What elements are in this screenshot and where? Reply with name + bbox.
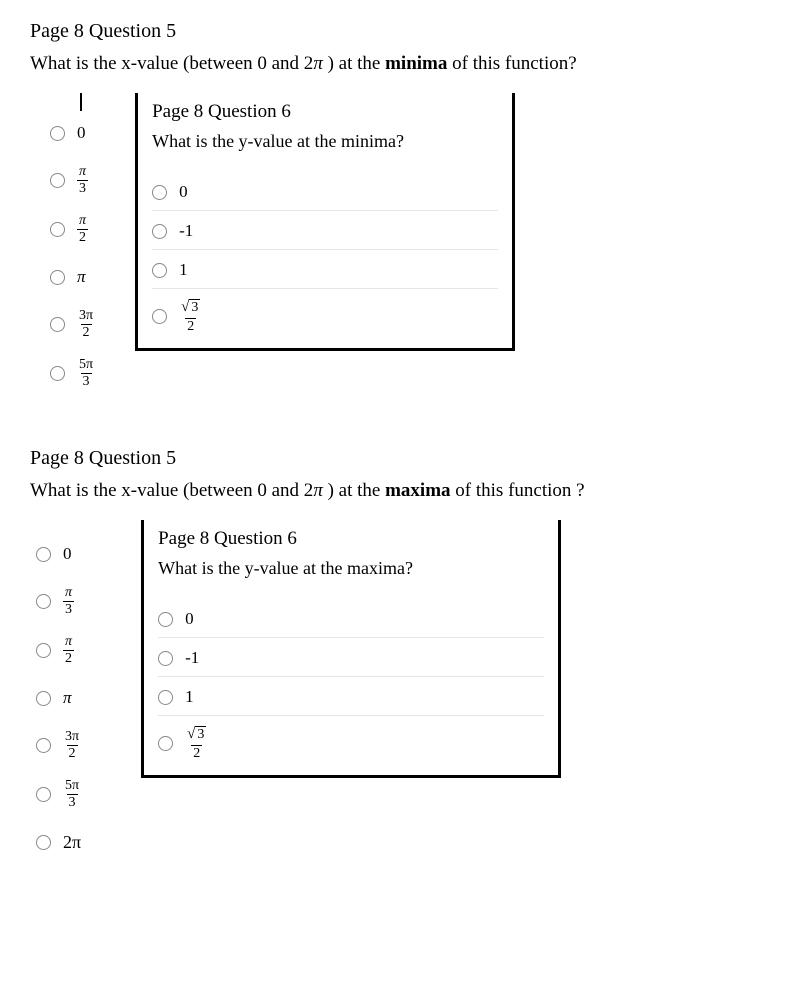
q6-option-neg1[interactable]: -1: [152, 221, 498, 250]
q5b-option-3pi-2[interactable]: 3π2: [36, 730, 81, 761]
q5-options: 0 π3 π2 π 3π2 5π3: [30, 93, 95, 407]
q5-option-5pi-3[interactable]: 5π3: [50, 358, 95, 389]
q6-option-0[interactable]: 0: [152, 182, 498, 211]
radio-icon: [152, 309, 167, 324]
q6b-prompt: What is the y-value at the maxima?: [158, 558, 544, 579]
q6-title: Page 8 Question 6: [152, 101, 498, 123]
q5-prompt: What is the x-value (between 0 and 2π ) …: [30, 53, 768, 75]
radio-icon: [158, 651, 173, 666]
q5b-option-2pi[interactable]: 2π: [36, 828, 81, 856]
question-block-1: Page 8 Question 5 What is the x-value (b…: [30, 20, 768, 407]
q5b-prompt: What is the x-value (between 0 and 2π ) …: [30, 480, 768, 502]
q5-option-pi[interactable]: π: [50, 263, 95, 291]
q5-option-pi-3[interactable]: π3: [50, 165, 95, 196]
q6-option-sqrt3-2[interactable]: 3 2: [152, 299, 498, 334]
q6b-title: Page 8 Question 6: [158, 528, 544, 550]
radio-icon: [36, 547, 51, 562]
q5-option-pi-2[interactable]: π2: [50, 214, 95, 245]
q6b-option-neg1[interactable]: -1: [158, 648, 544, 677]
radio-icon: [158, 690, 173, 705]
q6b-option-1[interactable]: 1: [158, 687, 544, 716]
q5b-option-pi-3[interactable]: π3: [36, 586, 81, 617]
q6b-panel: Page 8 Question 6 What is the y-value at…: [141, 520, 561, 778]
q5-option-0[interactable]: 0: [50, 119, 95, 147]
q6b-option-0[interactable]: 0: [158, 609, 544, 638]
radio-icon: [50, 270, 65, 285]
q6b-option-sqrt3-2[interactable]: 3 2: [158, 726, 544, 761]
q6-panel: Page 8 Question 6 What is the y-value at…: [135, 93, 515, 351]
q5-title: Page 8 Question 5: [30, 20, 768, 43]
q5b-option-pi[interactable]: π: [36, 684, 81, 712]
radio-icon: [50, 126, 65, 141]
q6-option-1[interactable]: 1: [152, 260, 498, 289]
radio-icon: [152, 185, 167, 200]
radio-icon: [50, 173, 65, 188]
radio-icon: [152, 224, 167, 239]
radio-icon: [158, 612, 173, 627]
q5-option-3pi-2[interactable]: 3π2: [50, 309, 95, 340]
q5b-title: Page 8 Question 5: [30, 447, 768, 470]
radio-icon: [36, 787, 51, 802]
q5b-option-5pi-3[interactable]: 5π3: [36, 779, 81, 810]
text-cursor: [80, 93, 82, 111]
radio-icon: [158, 736, 173, 751]
q6-prompt: What is the y-value at the minima?: [152, 131, 498, 152]
radio-icon: [50, 317, 65, 332]
radio-icon: [50, 222, 65, 237]
radio-icon: [36, 643, 51, 658]
radio-icon: [36, 691, 51, 706]
q5b-options: 0 π3 π2 π 3π2 5π3: [30, 520, 81, 874]
q5b-option-0[interactable]: 0: [36, 540, 81, 568]
q5b-option-pi-2[interactable]: π2: [36, 635, 81, 666]
question-block-2: Page 8 Question 5 What is the x-value (b…: [30, 447, 768, 874]
radio-icon: [36, 594, 51, 609]
radio-icon: [152, 263, 167, 278]
radio-icon: [36, 835, 51, 850]
radio-icon: [50, 366, 65, 381]
radio-icon: [36, 738, 51, 753]
